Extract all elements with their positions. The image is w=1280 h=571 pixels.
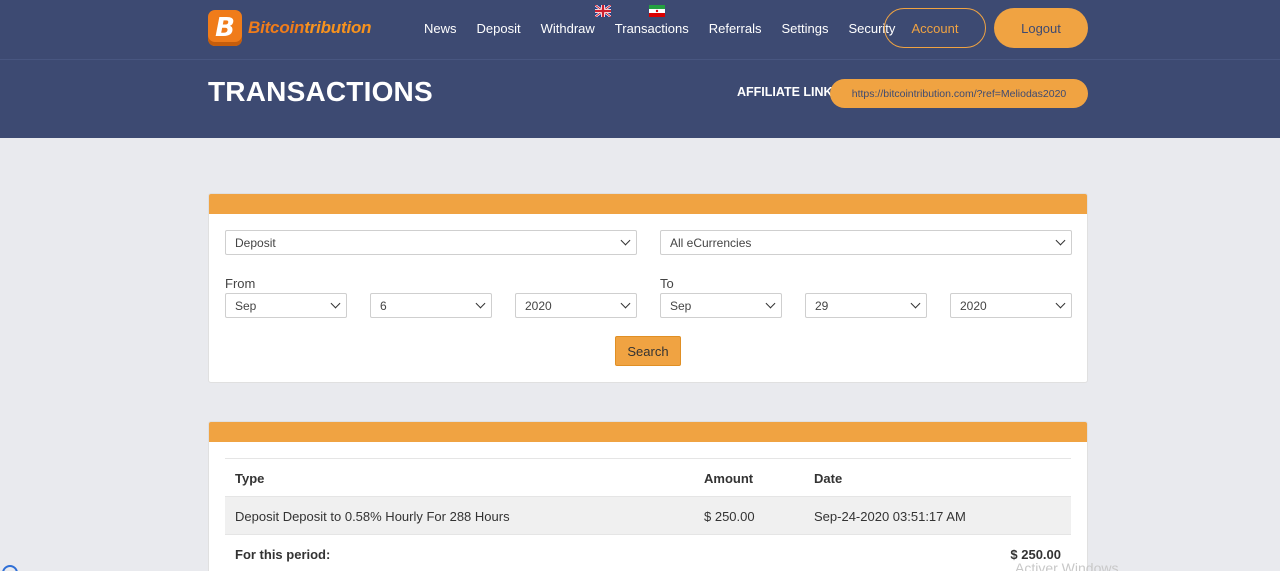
- from-day-select[interactable]: 6: [370, 293, 492, 318]
- to-year-value: 2020: [960, 298, 987, 313]
- chevron-down-icon: [330, 298, 341, 309]
- logo-letter: B: [215, 13, 235, 43]
- nav-deposit[interactable]: Deposit: [477, 21, 521, 36]
- logo-text: Bitcointribution: [248, 18, 372, 38]
- from-year-value: 2020: [525, 298, 552, 313]
- table-header-row: Type Amount Date: [225, 458, 1071, 496]
- column-header-date: Date: [814, 470, 843, 486]
- account-button[interactable]: Account: [884, 8, 986, 48]
- chevron-down-icon: [765, 298, 776, 309]
- logout-button[interactable]: Logout: [994, 8, 1088, 48]
- brand-part-1: Bitcoin: [248, 18, 305, 37]
- cell-amount: $ 250.00: [704, 508, 755, 524]
- from-month-value: Sep: [235, 298, 257, 313]
- page-title: TRANSACTIONS: [208, 76, 433, 107]
- period-total-label: For this period:: [235, 546, 331, 562]
- logo-badge-icon: B: [208, 10, 242, 46]
- to-year-select[interactable]: 2020: [950, 293, 1072, 318]
- from-year-select[interactable]: 2020: [515, 293, 637, 318]
- chevron-down-icon: [620, 235, 631, 246]
- brand-part-2: tribution: [304, 18, 372, 37]
- cell-date: Sep-24-2020 03:51:17 AM: [814, 508, 966, 524]
- transactions-panel: Type Amount Date Deposit Deposit to 0.58…: [208, 421, 1088, 571]
- chevron-down-icon: [1055, 298, 1066, 309]
- filter-panel-header: [209, 194, 1087, 214]
- nav-referrals[interactable]: Referrals: [709, 21, 762, 36]
- nav-transactions[interactable]: Transactions: [615, 21, 689, 36]
- from-month-select[interactable]: Sep: [225, 293, 347, 318]
- transactions-table: Type Amount Date Deposit Deposit to 0.58…: [225, 458, 1071, 571]
- chevron-down-icon: [620, 298, 631, 309]
- table-row: Deposit Deposit to 0.58% Hourly For 288 …: [225, 496, 1071, 534]
- to-month-select[interactable]: Sep: [660, 293, 782, 318]
- header-divider: [0, 59, 1280, 60]
- site-logo[interactable]: B Bitcointribution: [208, 10, 372, 46]
- to-day-select[interactable]: 29: [805, 293, 927, 318]
- taskbar-app-icon[interactable]: [2, 565, 18, 571]
- to-label: To: [660, 276, 674, 291]
- nav-settings[interactable]: Settings: [781, 21, 828, 36]
- main-nav: News Deposit Withdraw Transactions Refer…: [424, 0, 915, 56]
- from-day-value: 6: [380, 298, 387, 313]
- transactions-panel-header: [209, 422, 1087, 442]
- nav-news[interactable]: News: [424, 21, 457, 36]
- currency-value: All eCurrencies: [670, 235, 752, 250]
- affiliate-link[interactable]: https://bitcointribution.com/?ref=Meliod…: [830, 79, 1088, 108]
- currency-select[interactable]: All eCurrencies: [660, 230, 1072, 255]
- affiliate-label: AFFILIATE LINK:: [737, 85, 837, 99]
- cell-type: Deposit Deposit to 0.58% Hourly For 288 …: [235, 508, 510, 524]
- top-header: B Bitcointribution News Deposit Withdraw…: [0, 0, 1280, 138]
- column-header-amount: Amount: [704, 470, 754, 486]
- to-day-value: 29: [815, 298, 829, 313]
- windows-activation-watermark: Activer Windows: [1015, 560, 1119, 571]
- chevron-down-icon: [475, 298, 486, 309]
- filter-panel: Deposit All eCurrencies From To Sep 6 20…: [208, 193, 1088, 383]
- table-total-row: For this period: $ 250.00: [225, 534, 1071, 571]
- transaction-type-value: Deposit: [235, 235, 276, 250]
- chevron-down-icon: [1055, 235, 1066, 246]
- chevron-down-icon: [910, 298, 921, 309]
- to-month-value: Sep: [670, 298, 692, 313]
- search-button[interactable]: Search: [615, 336, 681, 366]
- transaction-type-select[interactable]: Deposit: [225, 230, 637, 255]
- nav-withdraw[interactable]: Withdraw: [541, 21, 595, 36]
- from-label: From: [225, 276, 256, 291]
- column-header-type: Type: [235, 470, 265, 486]
